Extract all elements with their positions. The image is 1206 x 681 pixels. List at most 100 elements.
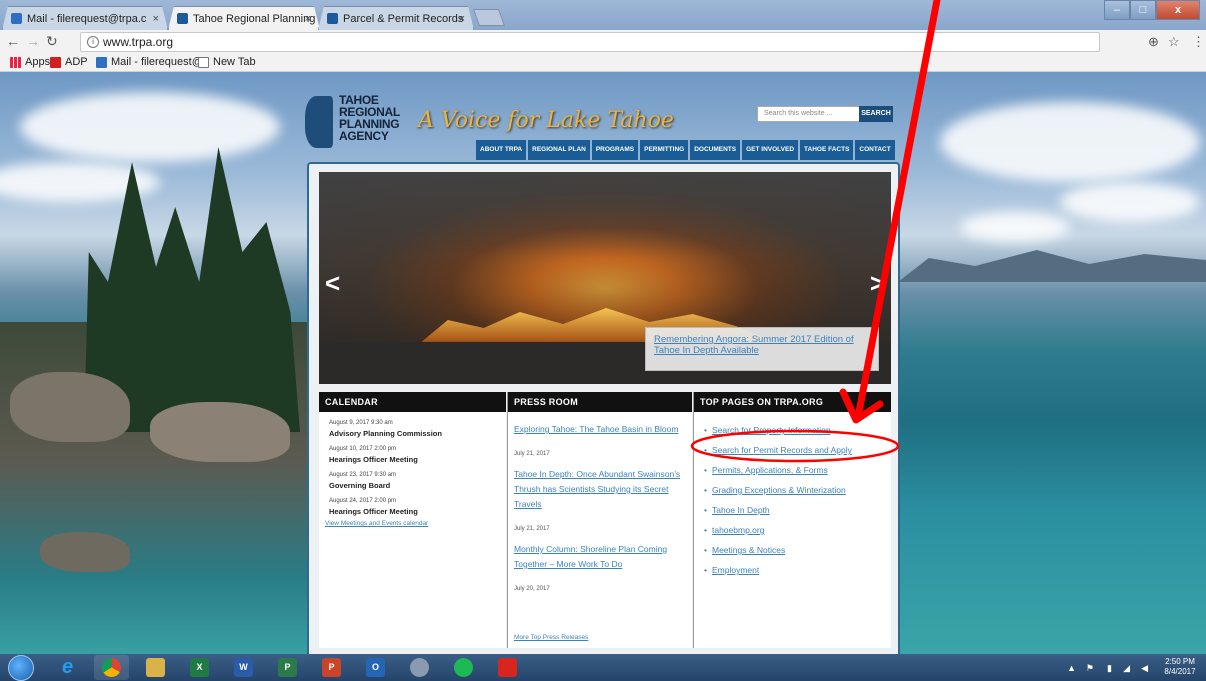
press-item-date: July 21, 2017 bbox=[514, 526, 550, 532]
bookmark-apps[interactable]: Apps bbox=[10, 56, 50, 68]
window-close-button[interactable]: x bbox=[1156, 0, 1200, 20]
tab-mail[interactable]: Mail - filerequest@trpa.c × bbox=[2, 6, 168, 30]
taskbar-file-explorer[interactable] bbox=[138, 655, 173, 680]
info-icon[interactable]: i bbox=[87, 36, 99, 48]
press-item-link[interactable]: Tahoe In Depth: Once Abundant Swainson’s… bbox=[514, 467, 692, 512]
boulder bbox=[10, 372, 130, 442]
trpa-website: TAHOE REGIONAL PLANNING AGENCY A Voice f… bbox=[305, 72, 900, 654]
calendar-event[interactable]: August 10, 2017 2:00 pm Hearings Officer… bbox=[329, 446, 506, 464]
powerpoint-icon: P bbox=[322, 658, 341, 677]
link-permit-records[interactable]: Search for Permit Records and Apply bbox=[704, 440, 891, 460]
close-icon[interactable]: × bbox=[153, 7, 159, 30]
nav-permitting[interactable]: PERMITTING bbox=[640, 140, 689, 160]
chevron-right-icon[interactable]: > bbox=[870, 268, 885, 299]
press-item: Exploring Tahoe: The Tahoe Basin in Bloo… bbox=[514, 422, 692, 457]
taskbar-snipping-tool[interactable] bbox=[402, 655, 437, 680]
taskbar-spotify[interactable] bbox=[446, 655, 481, 680]
maximize-button[interactable]: □ bbox=[1130, 0, 1156, 20]
system-clock[interactable]: 2:50 PM 8/4/2017 bbox=[1158, 657, 1202, 677]
bookmark-adp[interactable]: ADP bbox=[50, 56, 88, 68]
calendar-column: CALENDAR August 9, 2017 9:30 am Advisory… bbox=[319, 392, 506, 648]
calendar-event[interactable]: August 23, 2017 9:30 am Governing Board bbox=[329, 472, 506, 490]
tab-parcel-permit-records[interactable]: Parcel & Permit Records × bbox=[318, 6, 474, 30]
volume-icon[interactable]: ◀ bbox=[1141, 663, 1148, 674]
outlook-icon: O bbox=[366, 658, 385, 677]
nav-programs[interactable]: PROGRAMS bbox=[591, 140, 639, 160]
network-icon[interactable]: ◢ bbox=[1123, 663, 1130, 674]
taskbar-outlook[interactable]: O bbox=[358, 655, 393, 680]
taskbar-internet-explorer[interactable]: e bbox=[50, 655, 85, 680]
bookmark-label: Apps bbox=[25, 56, 51, 68]
link-tahoe-in-depth[interactable]: Tahoe In Depth bbox=[704, 500, 891, 520]
windows-taskbar: e X W P P O ▲ ⚑ ▮ ◢ ◀ 2:50 PM 8/4/2017 bbox=[0, 654, 1206, 681]
power-icon[interactable]: ▮ bbox=[1107, 663, 1112, 674]
bookmark-new-tab[interactable]: New Tab bbox=[198, 56, 256, 68]
chevron-left-icon[interactable]: < bbox=[325, 268, 340, 299]
minimize-button[interactable]: – bbox=[1104, 0, 1130, 20]
back-arrow-icon[interactable]: ← bbox=[6, 33, 20, 49]
taskbar-chrome[interactable] bbox=[94, 655, 129, 680]
address-bar[interactable]: i www.trpa.org bbox=[80, 32, 1100, 52]
event-title: Advisory Planning Commission bbox=[329, 429, 442, 438]
taskbar-powerpoint[interactable]: P bbox=[314, 655, 349, 680]
more-press-releases-link[interactable]: More Top Press Releases bbox=[514, 634, 588, 641]
action-center-flag-icon[interactable]: ⚑ bbox=[1086, 663, 1094, 674]
calendar-event[interactable]: August 9, 2017 9:30 am Advisory Planning… bbox=[329, 420, 506, 438]
forward-arrow-icon[interactable]: → bbox=[26, 33, 40, 49]
close-icon[interactable]: × bbox=[459, 7, 465, 30]
link-property-information[interactable]: Search for Property Information bbox=[704, 420, 891, 440]
internet-explorer-icon: e bbox=[61, 656, 74, 678]
nav-contact[interactable]: CONTACT bbox=[855, 140, 895, 160]
spotify-icon bbox=[454, 658, 473, 677]
bookmark-mail[interactable]: Mail - filerequest@t bbox=[96, 56, 206, 68]
excel-icon: X bbox=[190, 658, 209, 677]
show-hidden-icons-icon[interactable]: ▲ bbox=[1067, 663, 1076, 673]
link-meetings-notices[interactable]: Meetings & Notices bbox=[704, 540, 891, 560]
event-date: August 9, 2017 9:30 am bbox=[329, 420, 393, 426]
link-employment[interactable]: Employment bbox=[704, 560, 891, 580]
reload-icon[interactable]: ↻ bbox=[46, 33, 58, 50]
link-grading-exceptions[interactable]: Grading Exceptions & Winterization bbox=[704, 480, 891, 500]
taskbar-project[interactable]: P bbox=[270, 655, 305, 680]
trpa-logo[interactable]: TAHOE REGIONAL PLANNING AGENCY bbox=[305, 90, 425, 154]
nav-documents[interactable]: DOCUMENTS bbox=[690, 140, 741, 160]
bookmarks-bar: Apps ADP Mail - filerequest@t New Tab bbox=[0, 54, 1206, 72]
top-pages-column: TOP PAGES ON TRPA.ORG Search for Propert… bbox=[693, 392, 891, 648]
site-search-button[interactable]: SEARCH bbox=[859, 106, 893, 122]
top-pages-heading: TOP PAGES ON TRPA.ORG bbox=[694, 392, 891, 412]
bookmark-label: ADP bbox=[65, 56, 88, 68]
taskbar-word[interactable]: W bbox=[226, 655, 261, 680]
bookmark-star-icon[interactable]: ☆ bbox=[1168, 34, 1180, 50]
hero-caption-link[interactable]: Remembering Angora: Summer 2017 Edition … bbox=[645, 327, 879, 371]
new-tab-button[interactable] bbox=[472, 9, 506, 26]
word-icon: W bbox=[234, 658, 253, 677]
view-calendar-link[interactable]: View Meetings and Events calendar bbox=[325, 520, 506, 527]
adp-icon bbox=[50, 56, 61, 68]
press-item-date: July 21, 2017 bbox=[514, 451, 550, 457]
tab-tahoe-regional-planning[interactable]: Tahoe Regional Planning × bbox=[168, 6, 320, 30]
taskbar-excel[interactable]: X bbox=[182, 655, 217, 680]
logo-text: TAHOE REGIONAL PLANNING AGENCY bbox=[339, 93, 400, 143]
link-permits-forms[interactable]: Permits, Applications, & Forms bbox=[704, 460, 891, 480]
tab-label: Parcel & Permit Records bbox=[343, 13, 464, 25]
nav-get-involved[interactable]: GET INVOLVED bbox=[742, 140, 799, 160]
calendar-event[interactable]: August 24, 2017 2:00 pm Hearings Officer… bbox=[329, 498, 506, 516]
background-mountains bbox=[898, 250, 1206, 282]
nav-tahoe-facts[interactable]: TAHOE FACTS bbox=[800, 140, 854, 160]
link-tahoebmp[interactable]: tahoebmp.org bbox=[704, 520, 891, 540]
close-icon[interactable]: × bbox=[305, 7, 311, 30]
nav-about-trpa[interactable]: ABOUT TRPA bbox=[476, 140, 527, 160]
bookmark-label: New Tab bbox=[213, 56, 256, 68]
nav-regional-plan[interactable]: REGIONAL PLAN bbox=[528, 140, 590, 160]
apps-grid-icon bbox=[10, 56, 21, 68]
taskbar-acrobat[interactable] bbox=[490, 655, 525, 680]
site-tagline: A Voice for Lake Tahoe bbox=[418, 108, 674, 133]
event-date: August 10, 2017 2:00 pm bbox=[329, 446, 397, 452]
press-item-link[interactable]: Monthly Column: Shoreline Plan Coming To… bbox=[514, 542, 692, 572]
calendar-heading: CALENDAR bbox=[319, 392, 506, 412]
menu-icon[interactable]: ⋮ bbox=[1192, 34, 1205, 50]
windows-start-icon[interactable] bbox=[8, 655, 34, 681]
press-item-link[interactable]: Exploring Tahoe: The Tahoe Basin in Bloo… bbox=[514, 422, 692, 437]
site-search-input[interactable]: Search this website ... bbox=[757, 106, 861, 122]
zoom-icon[interactable]: ⊕ bbox=[1148, 34, 1159, 50]
